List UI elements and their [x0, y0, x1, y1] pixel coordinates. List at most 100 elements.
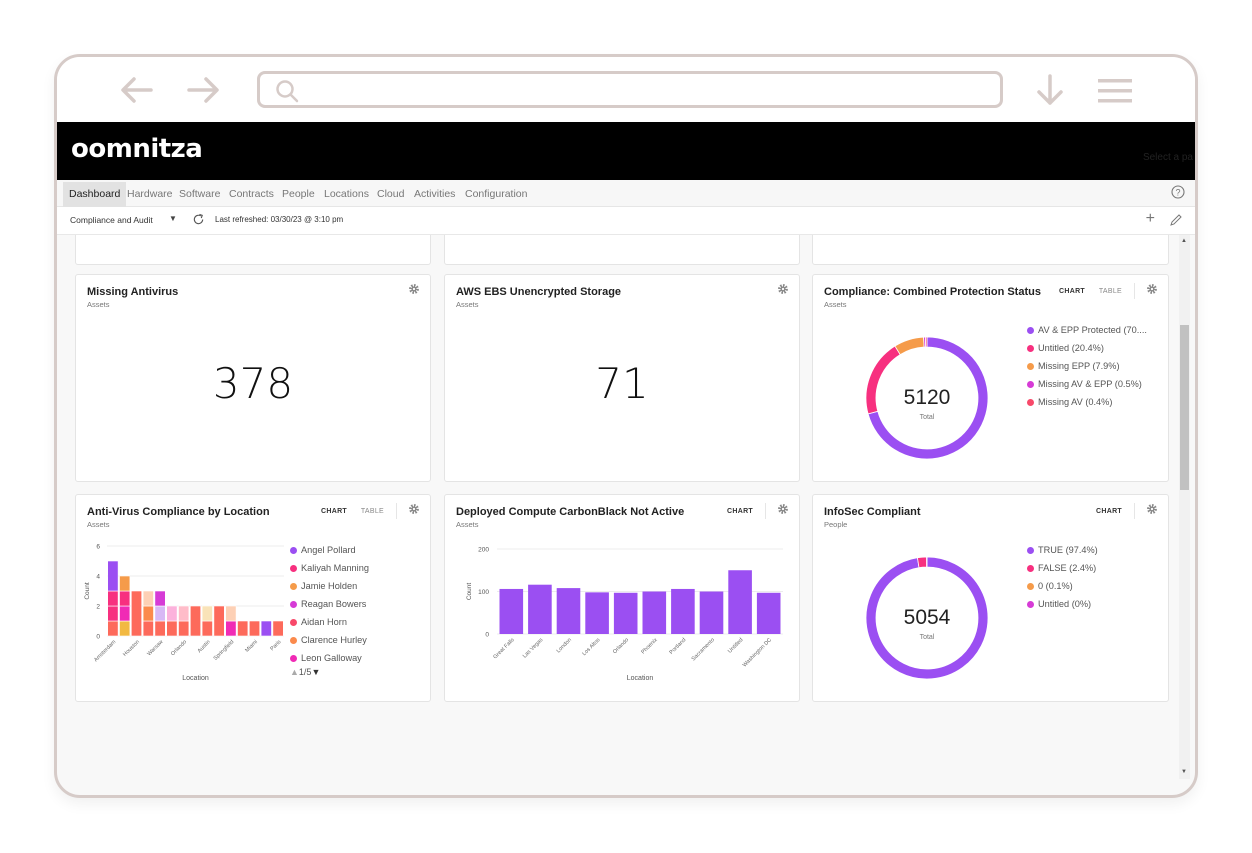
legend-item[interactable]: Aidan Horn	[290, 613, 369, 631]
bar-segment[interactable]	[154, 590, 166, 607]
vertical-scrollbar[interactable]: ▲ ▼	[1179, 235, 1190, 779]
bar-segment[interactable]	[166, 620, 178, 637]
bar[interactable]	[556, 588, 581, 634]
legend-item[interactable]: Untitled (20.4%)	[1027, 339, 1147, 357]
chart-view-button[interactable]: CHART	[727, 508, 753, 515]
legend-item[interactable]: Leon Galloway	[290, 649, 369, 667]
bar-segment[interactable]	[107, 620, 119, 637]
bar-segment[interactable]	[225, 605, 237, 622]
gear-icon[interactable]	[408, 283, 420, 295]
tab-configuration[interactable]: Configuration	[459, 182, 533, 207]
bar-segment[interactable]	[107, 605, 119, 622]
tab-software[interactable]: Software	[173, 182, 226, 207]
bar-segment[interactable]	[142, 605, 154, 622]
table-view-button[interactable]: TABLE	[361, 508, 384, 515]
bar-segment[interactable]	[154, 620, 166, 637]
legend-item[interactable]: TRUE (97.4%)	[1027, 541, 1098, 559]
bar-segment[interactable]	[107, 590, 119, 607]
bar-segment[interactable]	[178, 620, 190, 637]
donut-slice-missing-epp[interactable]	[894, 336, 925, 356]
gear-icon[interactable]	[1146, 503, 1158, 515]
add-widget-icon[interactable]: +	[1146, 210, 1155, 228]
refresh-icon[interactable]	[192, 213, 205, 226]
download-button[interactable]	[1035, 73, 1065, 107]
bar[interactable]	[499, 588, 524, 634]
gear-icon[interactable]	[408, 503, 420, 515]
legend-item[interactable]: Reagan Bowers	[290, 595, 369, 613]
forward-button[interactable]	[185, 75, 221, 105]
donut-slice-false[interactable]	[916, 556, 928, 569]
legend-item[interactable]: Jamie Holden	[290, 577, 369, 595]
bar[interactable]	[728, 570, 752, 634]
bar-segment[interactable]	[190, 605, 202, 637]
bar-segment[interactable]	[260, 620, 272, 637]
legend-item[interactable]: Angel Pollard	[290, 541, 369, 559]
bar-segment[interactable]	[225, 620, 237, 637]
bar-segment[interactable]	[201, 620, 213, 637]
gear-icon[interactable]	[777, 503, 789, 515]
bar[interactable]	[699, 591, 724, 635]
legend-item[interactable]: AV & EPP Protected (70....	[1027, 321, 1147, 339]
bar-segment[interactable]	[249, 620, 261, 637]
bar-segment[interactable]	[166, 605, 178, 622]
bar-segment[interactable]	[201, 605, 213, 622]
bar-segment[interactable]	[272, 620, 284, 637]
bar[interactable]	[642, 591, 667, 635]
bar-segment[interactable]	[107, 560, 119, 592]
x-tick-label: Great Falls	[492, 637, 515, 660]
chart-view-button[interactable]: CHART	[1096, 508, 1122, 515]
bar[interactable]	[756, 592, 781, 634]
bar-segment[interactable]	[119, 575, 131, 592]
scroll-down-icon[interactable]: ▼	[1181, 769, 1187, 775]
pencil-icon[interactable]	[1169, 213, 1183, 227]
legend-item[interactable]: Untitled (0%)	[1027, 595, 1098, 613]
chevron-down-icon[interactable]: ▼	[169, 214, 177, 223]
legend-item[interactable]: Clarence Hurley	[290, 631, 369, 649]
bar-segment[interactable]	[130, 590, 142, 637]
legend-item[interactable]: Kaliyah Manning	[290, 559, 369, 577]
scroll-up-icon[interactable]: ▲	[1181, 238, 1187, 244]
help-icon[interactable]: ?	[1171, 185, 1185, 199]
bar-segment[interactable]	[119, 590, 131, 607]
dashboard-select[interactable]: Compliance and Audit	[70, 215, 153, 225]
bar[interactable]	[528, 584, 552, 634]
donut-slice-missing-av[interactable]	[925, 336, 928, 348]
pager-down-icon[interactable]: ▼	[311, 667, 320, 677]
pager-up-icon[interactable]: ▲	[290, 667, 299, 677]
gear-icon[interactable]	[1146, 283, 1158, 295]
bar-segment[interactable]	[154, 605, 166, 622]
browser-menu-button[interactable]	[1097, 77, 1133, 105]
legend-item[interactable]: 0 (0.1%)	[1027, 577, 1098, 595]
tab-contracts[interactable]: Contracts	[223, 182, 280, 207]
table-view-button[interactable]: TABLE	[1099, 288, 1122, 295]
chart-view-button[interactable]: CHART	[321, 508, 347, 515]
tab-locations[interactable]: Locations	[318, 182, 375, 207]
legend-item[interactable]: FALSE (2.4%)	[1027, 559, 1098, 577]
chart-view-button[interactable]: CHART	[1059, 288, 1085, 295]
bar-segment[interactable]	[142, 620, 154, 637]
bar[interactable]	[585, 592, 609, 634]
bar[interactable]	[613, 592, 638, 634]
donut-slice-untitled[interactable]	[865, 345, 901, 415]
oomnitza-logo[interactable]: oomnitza	[71, 134, 203, 164]
bar-segment[interactable]	[178, 605, 190, 622]
bar-segment[interactable]	[142, 590, 154, 607]
bar[interactable]	[671, 588, 695, 634]
back-button[interactable]	[119, 75, 155, 105]
scroll-thumb[interactable]	[1180, 325, 1189, 490]
url-input[interactable]	[310, 78, 990, 102]
tab-activities[interactable]: Activities	[408, 182, 461, 207]
bar-segment[interactable]	[237, 620, 249, 637]
bar-segment[interactable]	[119, 605, 131, 622]
tab-people[interactable]: People	[276, 182, 321, 207]
legend-item[interactable]: Missing EPP (7.9%)	[1027, 357, 1147, 375]
legend-item[interactable]: Missing AV (0.4%)	[1027, 393, 1147, 411]
bar-segment[interactable]	[213, 605, 225, 637]
gear-icon[interactable]	[777, 283, 789, 295]
tab-hardware[interactable]: Hardware	[121, 182, 179, 207]
bar-segment[interactable]	[119, 620, 131, 637]
legend-item[interactable]: Missing AV & EPP (0.5%)	[1027, 375, 1147, 393]
tab-cloud[interactable]: Cloud	[371, 182, 410, 207]
address-bar[interactable]	[257, 71, 1003, 108]
tab-dashboard[interactable]: Dashboard	[63, 182, 127, 207]
